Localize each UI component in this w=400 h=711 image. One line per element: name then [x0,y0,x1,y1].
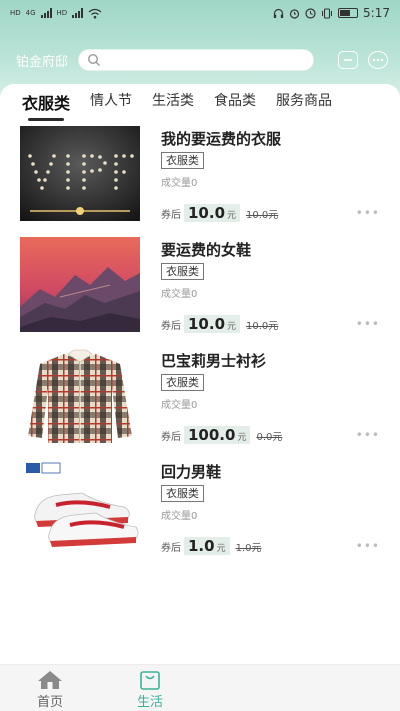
price-box: 100.0 元 [184,426,251,444]
product-title[interactable]: 我的要运费的衣服 [161,128,281,149]
bottom-nav: 首页 生活 [0,664,400,711]
coupon-price: 1.0 [188,537,215,555]
mountain-landscape-image-svg [20,237,140,332]
product-title[interactable]: 巴宝莉男士衬衫 [161,350,266,371]
list-item[interactable]: 要运费的女鞋 衣服类 成交量0 券后 10.0 元 10.0元 ••• [0,233,400,344]
category-tag: 衣服类 [161,374,204,391]
currency-unit: 元 [216,544,226,554]
message-icon[interactable] [368,51,388,69]
battery-icon [338,8,359,18]
category-tabs: 衣服类 情人节 生活类 食品类 服务商品 [0,84,400,121]
product-title[interactable]: 要运费的女鞋 [161,239,251,260]
price-box: 10.0 元 [184,315,241,333]
category-tag: 衣服类 [161,485,204,502]
status-bar: HD 4G HD 5:17 [0,0,400,26]
tab-services[interactable]: 服务商品 [276,90,332,110]
price-row: 券后 100.0 元 0.0元 [161,426,282,444]
coupon-label: 券后 [161,431,181,443]
scan-icon[interactable] [338,51,358,69]
coupon-label: 券后 [161,542,181,554]
signal-icon-2 [72,8,84,18]
price-row: 券后 1.0 元 1.0元 [161,537,262,555]
sales-count: 成交量0 [161,178,198,189]
currency-unit: 元 [227,211,237,221]
price-box: 1.0 元 [184,537,230,555]
clock-time: 5:17 [363,6,390,20]
plaid-shirt-image-svg [20,348,140,443]
currency-unit: 元 [237,433,247,443]
category-tag: 衣服类 [161,152,204,169]
headphones-icon [273,8,284,18]
original-price: 1.0元 [235,542,262,554]
coupon-price: 10.0 [188,315,226,333]
search-icon [88,53,101,66]
currency-unit: 元 [227,322,237,332]
nav-home[interactable]: 首页 [0,665,100,711]
vip-banner-image-svg [20,126,140,221]
sales-count: 成交量0 [161,400,198,411]
more-icon[interactable]: ••• [356,317,380,331]
price-row: 券后 10.0 元 10.0元 [161,315,278,333]
tab-food[interactable]: 食品类 [214,90,256,110]
more-icon[interactable]: ••• [356,206,380,220]
nav-life[interactable]: 生活 [100,665,200,711]
nav-life-label: 生活 [136,695,163,710]
wifi-icon [88,8,102,18]
plaid-shirt-image[interactable] [20,348,140,443]
search-bar[interactable] [78,49,315,71]
nav-home-label: 首页 [36,695,63,710]
sneakers-image[interactable] [20,459,140,554]
product-list: 我的要运费的衣服 衣服类 成交量0 券后 10.0 元 10.0元 ••• 要运… [0,122,400,566]
alarm-icon [289,8,300,19]
more-icon[interactable]: ••• [356,539,380,553]
tab-clothing[interactable]: 衣服类 [22,90,70,121]
list-item[interactable]: 我的要运费的衣服 衣服类 成交量0 券后 10.0 元 10.0元 ••• [0,122,400,233]
vip-banner-image[interactable] [20,126,140,221]
signal-icon [40,8,52,18]
top-header: 铂金府邸 [0,44,400,76]
product-title[interactable]: 回力男鞋 [161,461,221,482]
original-price: 10.0元 [246,209,279,221]
bag-icon [140,671,160,690]
location-label[interactable]: 铂金府邸 [16,51,68,70]
list-item[interactable]: 回力男鞋 衣服类 成交量0 券后 1.0 元 1.0元 ••• [0,455,400,566]
category-tag: 衣服类 [161,263,204,280]
coupon-price: 100.0 [188,426,236,444]
tab-life[interactable]: 生活类 [152,90,194,110]
coupon-label: 券后 [161,209,181,221]
clock-icon [305,7,316,19]
original-price: 0.0元 [256,431,283,443]
vibrate-icon [322,7,333,19]
original-price: 10.0元 [246,320,279,332]
sales-count: 成交量0 [161,289,198,300]
search-input[interactable] [105,53,314,67]
sneakers-image-svg [20,459,140,554]
coupon-label: 券后 [161,320,181,332]
tab-valentines[interactable]: 情人节 [90,90,132,110]
network-label: 4G [25,8,36,17]
more-icon[interactable]: ••• [356,428,380,442]
sim1-label: HD [10,8,21,17]
home-icon [38,671,62,689]
sales-count: 成交量0 [161,511,198,522]
mountain-landscape-image[interactable] [20,237,140,332]
list-item[interactable]: 巴宝莉男士衬衫 衣服类 成交量0 券后 100.0 元 0.0元 ••• [0,344,400,455]
sim2-label: HD [56,8,68,17]
price-box: 10.0 元 [184,204,241,222]
price-row: 券后 10.0 元 10.0元 [161,204,278,222]
coupon-price: 10.0 [188,204,226,222]
